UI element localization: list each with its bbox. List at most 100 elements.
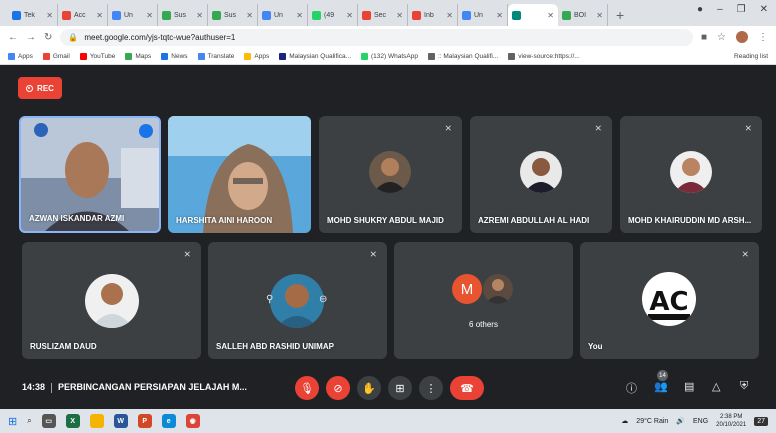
tab-close-icon[interactable]: ✕ [296, 11, 303, 20]
language-indicator[interactable]: ENG [693, 418, 708, 425]
mic-toggle-button[interactable]: 🎙 [295, 376, 319, 400]
profile-avatar[interactable] [736, 31, 748, 43]
camera-icon[interactable]: ■ [701, 32, 707, 43]
profile-menu-icon[interactable]: ● [697, 4, 703, 15]
browser-tab[interactable]: Tek ✕ [8, 4, 58, 26]
chat-icon[interactable]: ▤ [684, 380, 694, 393]
bookmark-item[interactable]: Translate [197, 52, 234, 60]
mic-off-icon: ⨯ [744, 123, 752, 133]
browser-tab[interactable]: Un ✕ [458, 4, 508, 26]
minimize-icon[interactable]: – [717, 4, 723, 15]
browser-tab[interactable]: Un ✕ [258, 4, 308, 26]
browser-tab[interactable]: Acc ✕ [58, 4, 108, 26]
avatar [483, 274, 513, 304]
participant-tile[interactable]: AZWAN ISKANDAR AZMI [19, 116, 161, 233]
star-icon[interactable]: ☆ [717, 32, 726, 43]
bookmark-item[interactable]: Gmail [42, 52, 70, 60]
participant-name: You [588, 342, 603, 351]
host-controls-icon[interactable]: ⛨ [740, 380, 748, 393]
tab-close-icon[interactable]: ✕ [246, 11, 253, 20]
file-explorer-icon[interactable] [89, 414, 104, 428]
tab-close-icon[interactable]: ✕ [496, 11, 503, 20]
participant-tile[interactable]: HARSHITA AINI HAROON [168, 116, 311, 233]
avatar [670, 151, 712, 193]
forward-icon[interactable]: → [26, 32, 36, 43]
tab-close-icon[interactable]: ✕ [596, 11, 603, 20]
others-tile[interactable]: M 6 others [394, 242, 573, 359]
word-icon[interactable]: W [113, 414, 128, 428]
bookmark-item[interactable]: News [161, 52, 188, 60]
more-options-icon[interactable]: ⊖ [319, 294, 327, 305]
raise-hand-button[interactable]: ✋ [357, 376, 381, 400]
tab-label: Inb [424, 11, 434, 19]
tab-favicon-icon [512, 10, 521, 20]
volume-icon[interactable]: 🔊 [676, 417, 685, 425]
bookmark-item[interactable]: Apps [244, 52, 270, 60]
new-tab-button[interactable]: + [608, 4, 632, 26]
bookmark-item[interactable]: YouTube [79, 52, 115, 60]
close-window-icon[interactable]: ✕ [760, 4, 768, 15]
browser-tab[interactable]: Sec ✕ [358, 4, 408, 26]
reload-icon[interactable]: ↻ [44, 32, 52, 43]
edge-icon[interactable]: e [161, 414, 176, 428]
back-icon[interactable]: ← [8, 32, 18, 43]
menu-dots-icon[interactable]: ⋮ [758, 32, 768, 43]
reading-list-button[interactable]: Reading list [734, 53, 768, 60]
bookmark-label: Apps [254, 52, 270, 60]
avatar [520, 151, 562, 193]
excel-icon[interactable]: X [65, 414, 80, 428]
url-input[interactable]: 🔒 meet.google.com/yjs-tqtc-wue?authuser=… [60, 28, 693, 46]
participant-tile[interactable]: ⨯ AZREMI ABDULLAH AL HADI [470, 116, 612, 233]
meet-control-bar: 14:38 PERBINCANGAN PERSIAPAN JELAJAH M...… [0, 368, 776, 409]
weather-text[interactable]: 29°C Rain [636, 418, 668, 425]
leave-call-button[interactable]: ☎ [450, 376, 484, 400]
windows-start-icon[interactable]: ⊞ [8, 415, 17, 428]
clock[interactable]: 2:38 PM 20/10/2021 [716, 413, 746, 429]
activities-icon[interactable]: △ [712, 380, 720, 393]
tab-close-icon[interactable]: ✕ [396, 11, 403, 20]
tab-close-icon[interactable]: ✕ [547, 11, 554, 20]
bookmark-item[interactable]: Maps [125, 52, 151, 60]
more-options-button[interactable]: ⋮ [419, 376, 443, 400]
lock-icon: 🔒 [68, 32, 79, 42]
tab-close-icon[interactable]: ✕ [96, 11, 103, 20]
notification-badge[interactable]: 27 [754, 416, 768, 426]
tab-close-icon[interactable]: ✕ [446, 11, 453, 20]
tab-close-icon[interactable]: ✕ [346, 11, 353, 20]
browser-tab[interactable]: Sus ✕ [158, 4, 208, 26]
browser-tab[interactable]: (49 ✕ [308, 4, 358, 26]
camera-toggle-button[interactable]: ⊘ [326, 376, 350, 400]
participant-tile-you[interactable]: ⨯ AC You [580, 242, 759, 359]
bookmark-item[interactable]: :: Malaysian Qualifi... [427, 52, 498, 60]
search-icon[interactable]: ⌕ [27, 416, 31, 426]
chrome-icon[interactable]: ◉ [185, 414, 200, 428]
browser-tab[interactable]: Un ✕ [108, 4, 158, 26]
present-button[interactable]: ⊞ [388, 376, 412, 400]
tab-close-icon[interactable]: ✕ [196, 11, 203, 20]
bookmark-item[interactable]: view-source:https://... [508, 52, 580, 60]
bookmark-item[interactable]: (132) WhatsApp [361, 52, 418, 60]
browser-tab[interactable]: BOI ✕ [558, 4, 608, 26]
tab-close-icon[interactable]: ✕ [46, 11, 53, 20]
bookmark-label: Malaysian Qualifica... [289, 52, 351, 60]
participant-tile[interactable]: ⨯ MOHD SHUKRY ABDUL MAJID [319, 116, 462, 233]
participant-tile[interactable]: ⨯ ⚲ ⊖ SALLEH ABD RASHID UNIMAP [208, 242, 387, 359]
bookmark-item[interactable]: Apps [8, 52, 33, 60]
participant-tile[interactable]: ⨯ MOHD KHAIRUDDIN MD ARSH... [620, 116, 762, 233]
task-view-icon[interactable]: ▭ [41, 414, 56, 428]
avatar: AC [642, 272, 696, 326]
maximize-icon[interactable]: ❐ [737, 4, 746, 15]
tab-close-icon[interactable]: ✕ [146, 11, 153, 20]
participant-tile[interactable]: ⨯ RUSLIZAM DAUD [22, 242, 201, 359]
avatar [369, 151, 411, 193]
pin-icon[interactable]: ⚲ [266, 294, 273, 305]
powerpoint-icon[interactable]: P [137, 414, 152, 428]
browser-tab[interactable]: Sus ✕ [208, 4, 258, 26]
browser-tab[interactable]: Inb ✕ [408, 4, 458, 26]
bookmark-item[interactable]: Malaysian Qualifica... [279, 52, 351, 60]
meeting-details-icon[interactable]: ⓘ [626, 380, 637, 396]
bookmark-favicon-icon [244, 52, 252, 60]
avatar: M [452, 274, 482, 304]
people-icon[interactable]: 👥 [654, 380, 668, 393]
browser-tab[interactable]: ✕ [508, 4, 558, 26]
